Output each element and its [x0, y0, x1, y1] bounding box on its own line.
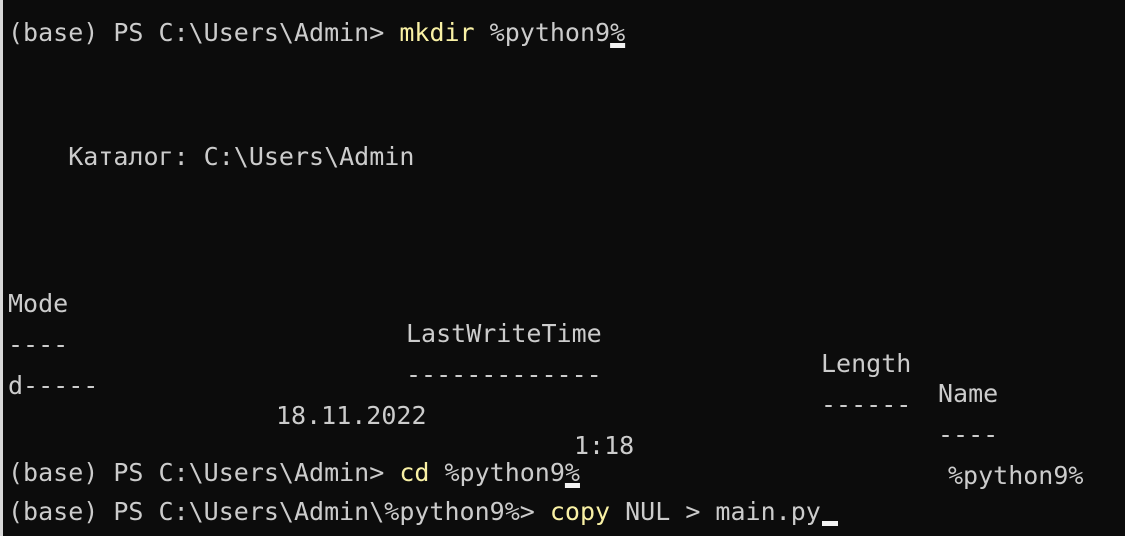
command-line-mkdir: (base) PS C:\Users\Admin> mkdir %python9… [8, 18, 625, 48]
command-keyword: copy [549, 497, 611, 526]
separator-length: ------ [821, 390, 912, 419]
command-argument: %python9 [429, 458, 565, 487]
separator-name: ---- [938, 420, 999, 449]
row-mode: d----- [8, 371, 99, 400]
row-date: 18.11.2022 [276, 401, 427, 430]
row-name: %python9% [948, 461, 1084, 490]
text-cursor: % [564, 458, 580, 487]
prompt: (base) PS C:\Users\Admin\%python9%> [8, 497, 550, 526]
table-row: d----- 18.11.2022 1:18 %python9% [8, 341, 1118, 490]
table-separator-row: ---- ------------- ------ ---- [8, 300, 1118, 449]
table-header-row: Mode LastWriteTime Length Name [8, 259, 1118, 408]
command-keyword: mkdir [399, 18, 475, 47]
prompt: (base) PS C:\Users\Admin> [8, 458, 400, 487]
command-line-cd: (base) PS C:\Users\Admin> cd %python9% [8, 458, 580, 488]
command-keyword: cd [399, 458, 430, 487]
row-time: 1:18 [574, 431, 635, 460]
prompt: (base) PS C:\Users\Admin> [8, 18, 400, 47]
text-cursor: % [610, 18, 626, 47]
header-name: Name [938, 379, 999, 408]
terminal-window[interactable]: (base) PS C:\Users\Admin> mkdir %python9… [0, 0, 1125, 536]
command-line-copy[interactable]: (base) PS C:\Users\Admin\%python9%> copy… [8, 497, 838, 527]
command-argument: %python9 [474, 18, 611, 47]
directory-label: Каталог: C:\Users\Admin [8, 142, 415, 171]
command-argument: NUL > main.py [610, 497, 821, 526]
text-cursor [821, 521, 838, 526]
